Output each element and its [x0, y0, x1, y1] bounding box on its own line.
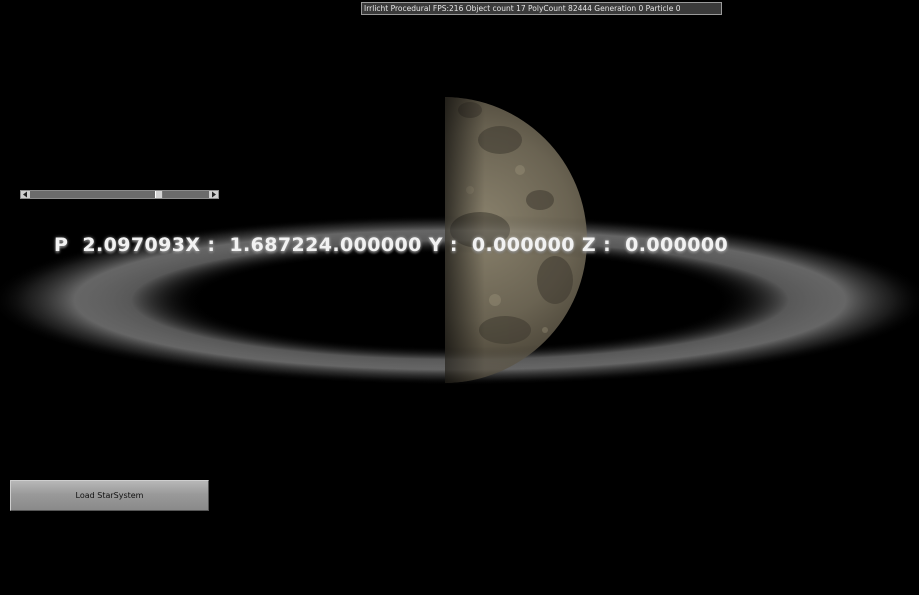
horizontal-scrollbar[interactable]: [20, 190, 219, 199]
scrollbar-track[interactable]: [30, 191, 209, 198]
load-starsystem-button[interactable]: Load StarSystem: [10, 480, 209, 511]
scrollbar-thumb[interactable]: [155, 191, 163, 198]
position-readout: P 2.097093X : 1.687224.000000 Y : 0.0000…: [54, 234, 729, 256]
arrow-right-icon[interactable]: [209, 191, 218, 198]
arrow-left-icon[interactable]: [21, 191, 30, 198]
window-title-bar: Irrlicht Procedural FPS:216 Object count…: [361, 2, 722, 15]
game-viewport[interactable]: Irrlicht Procedural FPS:216 Object count…: [0, 0, 919, 595]
